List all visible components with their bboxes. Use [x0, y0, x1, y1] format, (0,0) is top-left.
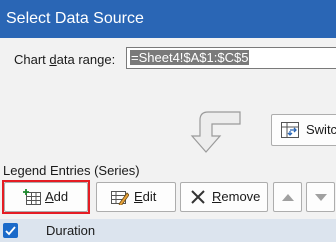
switch-button-label: Switch: [306, 122, 336, 137]
add-accelerator: A: [45, 189, 54, 204]
switch-row-column-icon: [281, 122, 299, 138]
curved-arrow-icon: [190, 111, 241, 153]
triangle-up-icon: [282, 194, 294, 201]
series-name: Duration: [46, 223, 96, 238]
x-icon: [191, 190, 205, 204]
move-down-button[interactable]: [306, 182, 335, 212]
add-series-button[interactable]: Add: [4, 182, 88, 212]
edit-label: dit: [142, 189, 157, 204]
edit-table-icon: [111, 191, 129, 205]
switch-row-column-button[interactable]: Switch: [271, 114, 336, 146]
remove-series-button[interactable]: Remove: [180, 182, 268, 212]
add-table-icon: [23, 189, 41, 205]
series-list-item[interactable]: Duration: [0, 219, 336, 242]
edit-series-button[interactable]: Edit: [96, 182, 176, 212]
checkmark-icon: [5, 226, 16, 236]
remove-label: emove: [221, 189, 261, 204]
window-title: Select Data Source: [0, 0, 336, 38]
move-up-button[interactable]: [273, 182, 302, 212]
chart-data-range-input[interactable]: =Sheet4!$A$1:$C$5: [126, 47, 336, 69]
triangle-down-icon: [315, 194, 327, 201]
chart-data-range-value[interactable]: =Sheet4!$A$1:$C$5: [130, 50, 250, 65]
add-label: dd: [53, 189, 69, 204]
chart-data-range-label: Chart data range:: [14, 52, 115, 67]
range-label-part: ata range:: [56, 52, 116, 67]
range-label-accelerator: d: [49, 52, 57, 67]
series-checkbox[interactable]: [3, 223, 18, 238]
range-label-part: Chart: [14, 52, 50, 67]
legend-entries-label: Legend Entries (Series): [3, 163, 140, 178]
edit-accelerator: E: [134, 189, 143, 204]
remove-accelerator: R: [212, 189, 222, 204]
